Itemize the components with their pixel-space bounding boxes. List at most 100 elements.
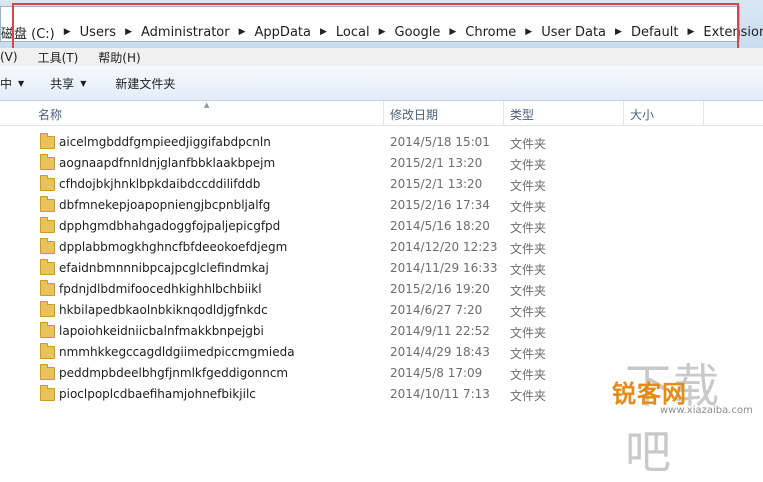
chevron-right-icon[interactable]: ▶ [125, 27, 132, 37]
file-date: 2015/2/1 13:20 [390, 156, 483, 170]
folder-icon [40, 364, 55, 380]
column-divider[interactable] [703, 101, 704, 125]
file-type: 文件夹 [510, 368, 547, 382]
toolbar-include-button[interactable]: 中 ▼ [0, 75, 24, 92]
table-row[interactable]: aicelmgbddfgmpieedjiggifabdpcnln 2014/5/… [0, 133, 763, 154]
file-type: 文件夹 [510, 179, 547, 193]
table-row[interactable]: lapoiohkeidniicbalnfmakkbnpejgbi 2014/9/… [0, 322, 763, 343]
breadcrumb-extensions[interactable]: Extensions [694, 25, 763, 40]
table-row[interactable]: dpplabbmogkhghncfbfdeeokoefdjegm 2014/12… [0, 238, 763, 259]
folder-icon [40, 154, 55, 170]
breadcrumb-drive[interactable]: 磁盘 (C:) [1, 23, 64, 42]
breadcrumb-chrome[interactable]: Chrome [456, 25, 525, 40]
folder-icon [40, 259, 55, 275]
folder-icon [40, 196, 55, 212]
file-date: 2014/9/11 22:52 [390, 324, 490, 338]
file-name: cfhdojbkjhnklbpkdaibdccddilifddb [59, 177, 261, 191]
toolbar: 中 ▼ 共享 ▼ 新建文件夹 [0, 66, 763, 101]
table-row[interactable]: efaidnbmnnnibpcajpcglclefindmkaj 2014/11… [0, 259, 763, 280]
table-row[interactable]: dbfmnekepjoapopniengjbcpnbljalfg 2015/2/… [0, 196, 763, 217]
chevron-right-icon[interactable]: ▶ [64, 27, 71, 37]
breadcrumb: 磁盘 (C:) ▶ Users ▶ Administrator ▶ AppDat… [1, 23, 763, 42]
watermark-logo: 锐客网 [612, 380, 687, 408]
folder-icon [40, 322, 55, 338]
folder-icon [40, 280, 55, 296]
menu-help[interactable]: 帮助(H) [98, 49, 140, 66]
menu-tools[interactable]: 工具(T) [38, 49, 79, 66]
file-name: dpphgmdbhahgadoggfojpaljepicgfpd [59, 219, 281, 233]
chevron-right-icon[interactable]: ▶ [687, 27, 694, 37]
file-name: aicelmgbddfgmpieedjiggifabdpcnln [59, 135, 271, 149]
breadcrumb-administrator[interactable]: Administrator [132, 25, 239, 40]
toolbar-include-label: 中 [0, 76, 13, 91]
folder-icon [40, 385, 55, 401]
menu-view[interactable]: (V) [0, 50, 18, 64]
file-date: 2015/2/1 13:20 [390, 177, 483, 191]
column-name[interactable]: 名称 [38, 106, 62, 123]
file-date: 2014/4/29 18:43 [390, 345, 490, 359]
chevron-right-icon[interactable]: ▶ [239, 27, 246, 37]
file-date: 2015/2/16 17:34 [390, 198, 490, 212]
file-type: 文件夹 [510, 284, 547, 298]
new-folder-button[interactable]: 新建文件夹 [115, 75, 175, 92]
chevron-right-icon[interactable]: ▶ [379, 27, 386, 37]
chevron-right-icon[interactable]: ▶ [449, 27, 456, 37]
folder-icon [40, 301, 55, 317]
watermark-text: 下载吧 [625, 359, 721, 479]
file-type: 文件夹 [510, 158, 547, 172]
breadcrumb-default[interactable]: Default [622, 25, 688, 40]
folder-icon [40, 343, 55, 359]
column-size[interactable]: 大小 [630, 106, 654, 123]
file-type: 文件夹 [510, 389, 547, 403]
file-date: 2014/5/16 18:20 [390, 219, 490, 233]
share-label: 共享 [50, 76, 75, 91]
file-date: 2014/6/27 7:20 [390, 303, 483, 317]
file-date: 2014/5/8 17:09 [390, 366, 483, 380]
share-button[interactable]: 共享 ▼ [50, 75, 86, 92]
file-name: hkbilapedbkaolnbkiknqodldjgfnkdc [59, 303, 268, 317]
file-date: 2015/2/16 19:20 [390, 282, 490, 296]
new-folder-label: 新建文件夹 [115, 76, 176, 91]
file-name: fpdnjdlbdmifoocedhkighhlbchbiikl [59, 282, 262, 296]
file-date: 2014/10/11 7:13 [390, 387, 490, 401]
column-date[interactable]: 修改日期 [390, 106, 438, 123]
folder-icon [40, 175, 55, 191]
address-bar[interactable]: 磁盘 (C:) ▶ Users ▶ Administrator ▶ AppDat… [0, 6, 763, 42]
file-type: 文件夹 [510, 347, 547, 361]
table-row[interactable]: dpphgmdbhahgadoggfojpaljepicgfpd 2014/5/… [0, 217, 763, 238]
chevron-right-icon[interactable]: ▶ [615, 27, 622, 37]
file-name: aognaapdfnnldnjglanfbbklaakbpejm [59, 156, 276, 170]
breadcrumb-appdata[interactable]: AppData [246, 25, 320, 40]
file-name: peddmpbdeelbhgfjnmlkfgeddigonncm [59, 366, 289, 380]
chevron-right-icon[interactable]: ▶ [320, 27, 327, 37]
watermark-url: www.xiazaiba.com [660, 405, 753, 416]
file-type: 文件夹 [510, 221, 547, 235]
file-date: 2014/5/18 15:01 [390, 135, 490, 149]
file-type: 文件夹 [510, 242, 547, 256]
sort-up-icon: ▲ [204, 101, 210, 109]
file-name: efaidnbmnnnibpcajpcglclefindmkaj [59, 261, 269, 275]
file-name: dbfmnekepjoapopniengjbcpnbljalfg [59, 198, 271, 212]
table-row[interactable]: fpdnjdlbdmifoocedhkighhlbchbiikl 2015/2/… [0, 280, 763, 301]
breadcrumb-users[interactable]: Users [71, 25, 125, 40]
table-row[interactable]: aognaapdfnnldnjglanfbbklaakbpejm 2015/2/… [0, 154, 763, 175]
breadcrumb-local[interactable]: Local [327, 25, 379, 40]
file-name: dpplabbmogkhghncfbfdeeokoefdjegm [59, 240, 288, 254]
column-divider[interactable] [503, 101, 504, 125]
menu-bar: (V) 工具(T) 帮助(H) [0, 48, 763, 66]
column-divider[interactable] [383, 101, 384, 125]
column-divider[interactable] [623, 101, 624, 125]
column-type[interactable]: 类型 [510, 106, 534, 123]
folder-icon [40, 217, 55, 233]
breadcrumb-user-data[interactable]: User Data [532, 25, 615, 40]
file-name: nmmhkkegccagdldgiimedpiccmgmieda [59, 345, 295, 359]
folder-icon [40, 238, 55, 254]
file-type: 文件夹 [510, 200, 547, 214]
table-row[interactable]: hkbilapedbkaolnbkiknqodldjgfnkdc 2014/6/… [0, 301, 763, 322]
breadcrumb-google[interactable]: Google [386, 25, 450, 40]
file-type: 文件夹 [510, 263, 547, 277]
file-date: 2014/11/29 16:33 [390, 261, 498, 275]
file-name: lapoiohkeidniicbalnfmakkbnpejgbi [59, 324, 264, 338]
chevron-right-icon[interactable]: ▶ [525, 27, 532, 37]
table-row[interactable]: cfhdojbkjhnklbpkdaibdccddilifddb 2015/2/… [0, 175, 763, 196]
